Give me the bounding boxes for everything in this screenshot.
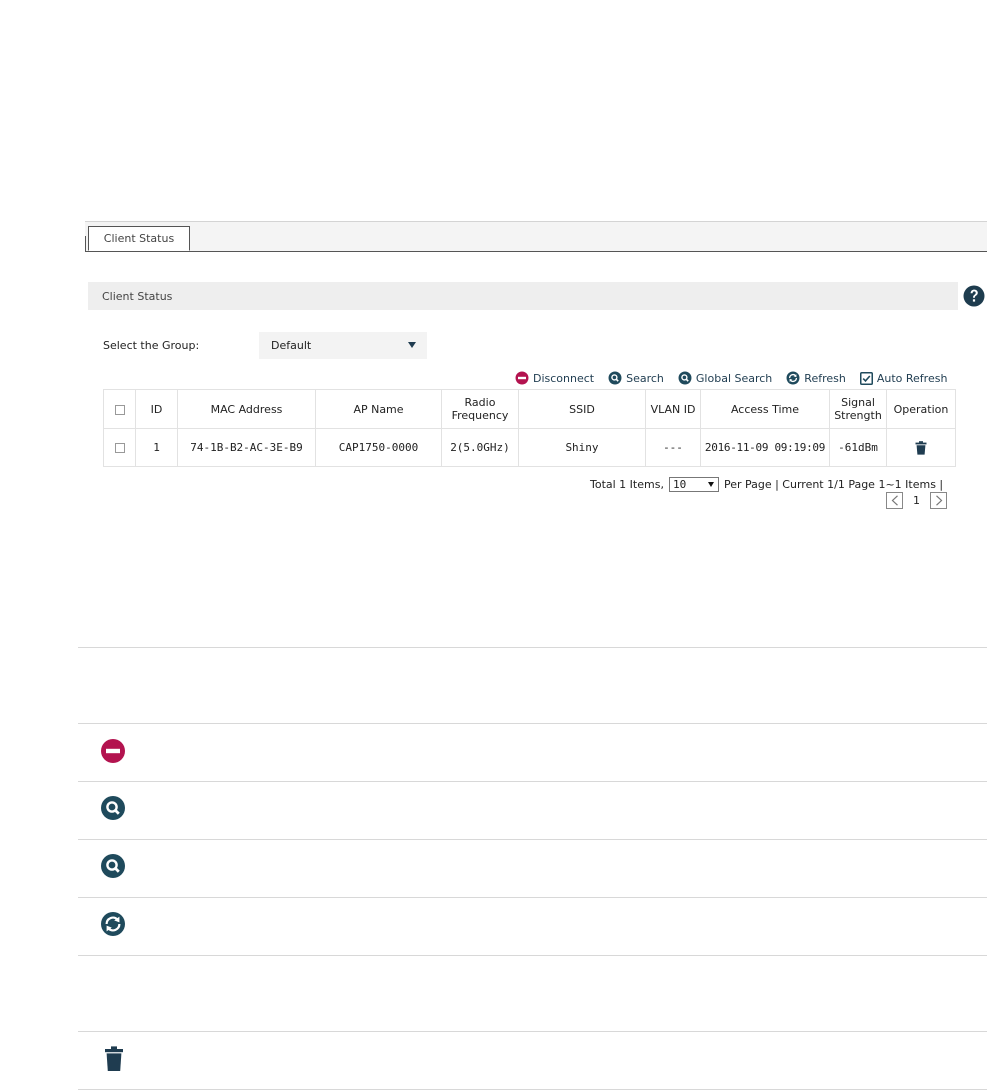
column-header-ap-name[interactable]: AP Name [315, 389, 442, 429]
page-number[interactable]: 1 [913, 494, 920, 507]
cell-ap-name: CAP1750-0000 [315, 428, 442, 467]
column-header-radio-label: Radio Frequency [451, 396, 509, 422]
chevron-down-icon [408, 342, 416, 348]
cell-operation [886, 428, 956, 467]
refresh-icon [101, 912, 125, 936]
global-search-label: Global Search [695, 371, 773, 385]
auto-refresh-toggle[interactable]: Auto Refresh [859, 371, 948, 385]
group-select-value: Default [271, 339, 312, 352]
global-search-icon [678, 371, 692, 385]
total-items: Total 1 Items, [590, 478, 664, 491]
section-title: Client Status [102, 289, 173, 303]
global-search-icon [101, 854, 125, 878]
column-header-operation: Operation [886, 389, 956, 429]
row-checkbox[interactable] [114, 443, 125, 453]
disconnect-button[interactable]: Disconnect [515, 371, 594, 385]
tab-edge [85, 236, 86, 251]
cell-vlan: --- [645, 428, 701, 467]
auto-refresh-label: Auto Refresh [876, 371, 948, 385]
divider [78, 1031, 987, 1032]
column-header-ssid[interactable]: SSID [518, 389, 646, 429]
tab-label: Client Status [103, 232, 175, 245]
disconnect-label: Disconnect [533, 371, 595, 385]
section-header: Client Status [88, 282, 958, 310]
divider [78, 781, 987, 782]
column-header-mac[interactable]: MAC Address [177, 389, 316, 429]
client-table: ID MAC Address AP Name Radio Frequency S… [103, 389, 956, 467]
select-all-checkbox[interactable] [114, 404, 125, 415]
column-header-signal-label: Signal Strength [834, 396, 882, 422]
chevron-down-icon [707, 482, 714, 487]
column-header-vlan[interactable]: VLAN ID [645, 389, 701, 429]
help-icon[interactable] [963, 285, 985, 307]
per-page-select[interactable]: 10 [668, 477, 719, 492]
divider [78, 647, 987, 648]
group-label: Select the Group: [103, 339, 200, 352]
cell-id: 1 [135, 428, 178, 467]
pagination-nav: 1 [886, 492, 947, 509]
cell-access-time: 2016-11-09 09:19:09 [700, 428, 830, 467]
cell-radio: 2(5.0GHz) [441, 428, 519, 467]
divider [78, 897, 987, 898]
group-select[interactable]: Default [259, 332, 427, 359]
trash-icon [105, 1046, 123, 1071]
next-page-button[interactable] [930, 492, 947, 509]
per-page-value: 10 [672, 478, 687, 491]
tab-client-status[interactable]: Client Status [88, 226, 190, 251]
trash-icon[interactable] [915, 440, 927, 455]
search-button[interactable]: Search [608, 371, 664, 385]
disconnect-icon [101, 739, 125, 763]
divider [78, 955, 987, 956]
cell-signal: -61dBm [829, 428, 887, 467]
tab-strip [85, 221, 987, 252]
search-icon [101, 796, 125, 820]
checkbox-icon[interactable] [859, 371, 873, 385]
column-header-radio[interactable]: Radio Frequency [441, 389, 519, 429]
cell-ssid: Shiny [518, 428, 646, 467]
search-icon [608, 371, 622, 385]
refresh-icon [786, 371, 800, 385]
chevron-right-icon [935, 495, 942, 506]
table-toolbar: Disconnect Search Global Search Refresh … [515, 370, 947, 386]
divider [78, 723, 987, 724]
disconnect-icon [515, 371, 529, 385]
table-row[interactable]: 1 74-1B-B2-AC-3E-B9 CAP1750-0000 2(5.0GH… [103, 428, 956, 467]
cell-mac: 74-1B-B2-AC-3E-B9 [177, 428, 316, 467]
pagination-info: Total 1 Items, 10 Per Page | Current 1/1… [590, 477, 943, 492]
table-header-row: ID MAC Address AP Name Radio Frequency S… [103, 389, 956, 429]
chevron-left-icon [891, 495, 898, 506]
column-header-access-time[interactable]: Access Time [700, 389, 830, 429]
divider [78, 1089, 987, 1090]
refresh-button[interactable]: Refresh [786, 371, 846, 385]
column-header-id[interactable]: ID [135, 389, 178, 429]
divider [78, 839, 987, 840]
refresh-label: Refresh [804, 371, 846, 385]
row-select-cell [103, 428, 136, 467]
page-status: Per Page | Current 1/1 Page 1~1 Items | [723, 478, 944, 491]
prev-page-button[interactable] [886, 492, 903, 509]
global-search-button[interactable]: Global Search [678, 371, 772, 385]
select-all-cell [103, 389, 136, 429]
search-label: Search [626, 371, 664, 385]
column-header-signal[interactable]: Signal Strength [829, 389, 887, 429]
